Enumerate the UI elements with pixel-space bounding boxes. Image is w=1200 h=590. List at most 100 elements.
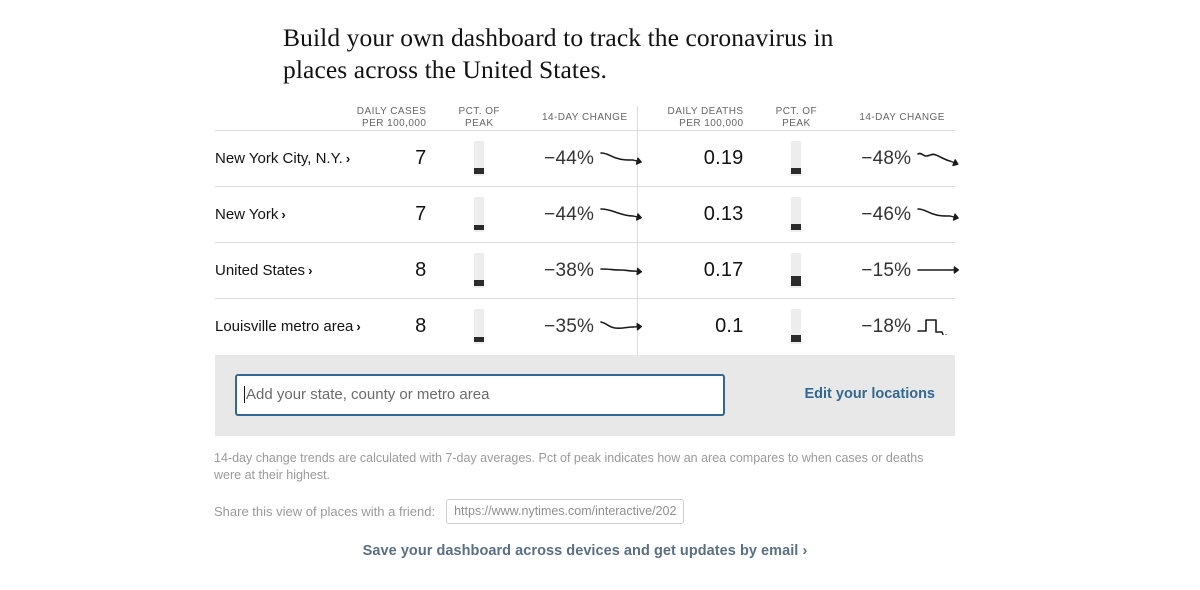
place-name: Louisville metro area (215, 318, 354, 336)
header-daily-deaths-line1: DAILY DEATHS (667, 106, 744, 117)
cell-daily-deaths: 0.1 (637, 298, 744, 355)
place-link[interactable]: New York City, N.Y. › (215, 150, 350, 167)
cases-change-value: −35% (544, 315, 595, 337)
cell-deaths-pct-of-peak (743, 186, 850, 243)
cell-deaths-14-day-change: −15% (849, 242, 960, 299)
share-url-box[interactable]: https://www.nytimes.com/interactive/202 (446, 498, 685, 524)
header-cases-pct-line1: PCT. OF (458, 106, 500, 117)
search-input[interactable] (246, 386, 686, 403)
cases-trend-sparkline (600, 147, 644, 173)
peak-marker (791, 276, 802, 286)
peak-marker (474, 168, 485, 174)
cell-daily-cases: 8 (320, 242, 427, 299)
header-deaths-pct-line2: PEAK (782, 118, 811, 129)
search-box[interactable] (235, 373, 725, 416)
table-body: New York City, N.Y. › 7 −44% 0.19 −48% New Yor… (215, 130, 960, 355)
table-row: Louisville metro area › 8 −35% 0.1 −18% (215, 298, 955, 355)
chevron-right-icon: › (281, 206, 286, 222)
cases-change-value: −44% (544, 203, 595, 225)
cases-peak-bar (474, 309, 485, 345)
footnote-text: 14-day change trends are calculated with… (214, 450, 924, 482)
page-root: Build your own dashboard to track the co… (0, 0, 1200, 590)
table-row: United States › 8 −38% 0.17 −15% (215, 242, 960, 299)
deaths-trend-sparkline (917, 259, 961, 285)
place-name: United States (215, 262, 306, 279)
peak-marker (791, 335, 802, 343)
cell-daily-deaths: 0.17 (637, 242, 744, 299)
chevron-right-icon: › (356, 318, 361, 334)
cell-daily-deaths: 0.19 (637, 130, 744, 187)
header-daily-cases-line1: DAILY CASES (356, 106, 427, 117)
header-cases-pct-line2: PEAK (465, 118, 494, 129)
header-deaths-14-day-change: 14-DAY CHANGE (849, 106, 955, 131)
cell-place: New York › (215, 186, 321, 243)
header-daily-deaths: DAILY DEATHS PER 100,000 (637, 106, 744, 131)
cases-trend-sparkline (600, 203, 644, 229)
cell-cases-14-day-change: −44% (532, 131, 642, 187)
cell-cases-pct-of-peak (426, 298, 533, 355)
peak-marker (474, 337, 485, 343)
header-daily-cases-line2: PER 100,000 (361, 118, 427, 129)
cell-place: Louisville metro area › (215, 298, 361, 355)
deaths-change-value: −15% (861, 259, 912, 281)
place-name: New York City, N.Y. (215, 150, 343, 167)
peak-marker (474, 225, 485, 230)
deaths-trend-sparkline (917, 147, 961, 173)
cases-trend-sparkline (600, 315, 644, 341)
edit-locations-link[interactable]: Edit your locations (804, 386, 935, 402)
header-daily-deaths-line2: PER 100,000 (679, 118, 744, 129)
cases-change-value: −38% (544, 259, 595, 281)
cell-deaths-14-day-change: −48% (849, 131, 959, 187)
header-daily-cases: DAILY CASES PER 100,000 (320, 106, 427, 131)
cell-place: New York City, N.Y. › (215, 131, 350, 187)
header-deaths-pct-of-peak: PCT. OF PEAK (743, 106, 850, 131)
cases-peak-bar (474, 141, 485, 176)
deaths-peak-bar (791, 253, 802, 288)
place-link[interactable]: New York › (215, 206, 286, 223)
cases-peak-bar (474, 197, 485, 232)
cell-deaths-pct-of-peak (744, 131, 850, 187)
header-cases-pct-of-peak: PCT. OF PEAK (426, 106, 533, 131)
header-deaths-pct-line1: PCT. OF (775, 106, 818, 117)
share-label: Share this view of places with a friend: (214, 503, 436, 519)
cell-place: United States › (215, 242, 321, 299)
cases-change-value: −44% (544, 147, 595, 169)
place-name: New York (215, 206, 279, 223)
cell-daily-cases: 7 (320, 186, 427, 243)
cell-deaths-pct-of-peak (743, 298, 850, 355)
deaths-peak-bar (791, 309, 802, 345)
peak-marker (791, 168, 802, 174)
cell-cases-pct-of-peak (426, 242, 533, 299)
cases-trend-sparkline (600, 259, 644, 285)
cases-peak-bar (474, 253, 485, 288)
cell-daily-deaths: 0.13 (637, 186, 744, 243)
save-dashboard-link[interactable]: Save your dashboard across devices and g… (215, 543, 955, 559)
chevron-right-icon: › (308, 262, 313, 278)
peak-marker (791, 224, 802, 230)
deaths-peak-bar (791, 197, 802, 232)
cell-cases-pct-of-peak (426, 131, 532, 187)
deaths-trend-sparkline (917, 203, 961, 229)
add-location-panel: Edit your locations (215, 354, 955, 436)
share-row: Share this view of places with a friend:… (214, 498, 955, 524)
cell-cases-14-day-change: −38% (532, 242, 643, 299)
cell-deaths-14-day-change: −18% (849, 298, 955, 355)
table-row: New York › 7 −44% 0.13 −46% (215, 186, 960, 243)
places-table: DAILY CASES PER 100,000 PCT. OF PEAK 14-… (215, 106, 960, 355)
peak-marker (474, 280, 485, 286)
table-row: New York City, N.Y. › 7 −44% 0.19 −48% (215, 130, 959, 187)
text-caret (244, 386, 245, 403)
table-header: DAILY CASES PER 100,000 PCT. OF PEAK 14-… (215, 106, 955, 131)
deaths-peak-bar (791, 141, 802, 176)
cell-deaths-14-day-change: −46% (849, 186, 960, 243)
cell-deaths-pct-of-peak (743, 242, 850, 299)
place-link[interactable]: United States › (215, 262, 312, 279)
cell-cases-14-day-change: −35% (532, 298, 643, 355)
deaths-change-value: −18% (861, 315, 912, 337)
content-wrapper: Build your own dashboard to track the co… (214, 0, 960, 559)
cell-cases-pct-of-peak (426, 186, 533, 243)
header-cases-14-day-change: 14-DAY CHANGE (532, 106, 638, 131)
place-link[interactable]: Louisville metro area › (215, 318, 361, 335)
deaths-change-value: −48% (861, 147, 912, 169)
page-title: Build your own dashboard to track the co… (283, 23, 834, 84)
